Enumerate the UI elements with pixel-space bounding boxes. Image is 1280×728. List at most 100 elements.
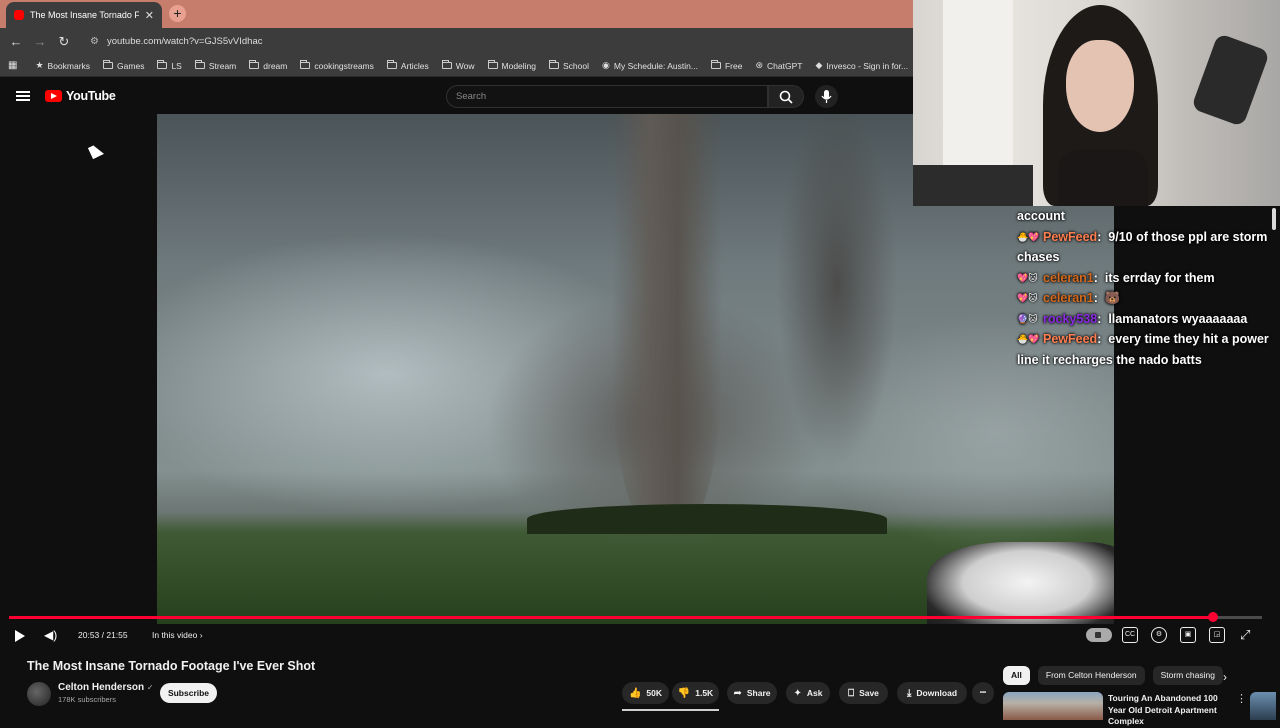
bookmark-folder[interactable]: LS xyxy=(157,60,182,71)
site-info-icon[interactable]: ⚙ xyxy=(90,36,99,47)
bookmark-folder[interactable]: Stream xyxy=(194,60,236,71)
back-arrow-icon[interactable]: ← xyxy=(4,34,28,49)
bookmark-folder[interactable]: Articles xyxy=(386,60,429,71)
bookmark-item[interactable]: ★ Bookmarks xyxy=(35,60,90,71)
chat-username: PewFeed xyxy=(1043,332,1098,346)
streamer-face xyxy=(1066,40,1134,132)
microphone-arm xyxy=(1190,33,1271,127)
verified-check-icon: ✓ xyxy=(146,683,154,692)
search-icon xyxy=(779,90,793,104)
play-button[interactable] xyxy=(15,630,25,642)
youtube-logo[interactable]: YouTube xyxy=(45,89,116,103)
folder-icon xyxy=(386,60,397,69)
like-ratio-bar xyxy=(622,709,719,711)
chat-emote-icon: 🐻 xyxy=(1104,291,1121,305)
bookmark-folder[interactable]: Games xyxy=(103,60,144,71)
subscribe-button[interactable]: Subscribe xyxy=(160,683,217,703)
folder-icon xyxy=(441,60,452,69)
volume-icon[interactable]: ◀) xyxy=(44,628,57,642)
chip-storm-chasing[interactable]: Storm chasing xyxy=(1152,666,1223,685)
recommendation-title[interactable]: Touring An Abandoned 100 Year Old Detroi… xyxy=(1108,693,1234,728)
thumbs-down-icon: 👎 xyxy=(677,687,691,699)
forward-arrow-icon[interactable]: → xyxy=(28,34,52,49)
chat-username: celeran1 xyxy=(1043,270,1094,285)
cast-icon[interactable]: ◲ xyxy=(1209,627,1225,643)
bookmark-folder[interactable]: Modeling xyxy=(487,60,536,71)
channel-avatar[interactable] xyxy=(27,682,51,706)
recommendation-more-icon[interactable]: ⋮ xyxy=(1236,692,1247,705)
autoplay-toggle[interactable] xyxy=(1086,628,1112,642)
channel-name[interactable]: Celton Henderson ✓ xyxy=(58,682,154,693)
reload-icon[interactable]: ↻ xyxy=(52,34,76,50)
streamer-body xyxy=(1058,150,1148,206)
chat-message: 💖🐱 celeran1: its errday for them xyxy=(1017,268,1273,289)
hamburger-menu-icon[interactable] xyxy=(16,91,30,101)
tab-title: The Most Insane Tornado Foota xyxy=(30,10,139,20)
url-text: youtube.com/watch?v=GJS5vVIdhac xyxy=(106,36,263,47)
url-field[interactable]: ⚙ youtube.com/watch?v=GJS5vVIdhac xyxy=(90,36,263,47)
bookmark-folder[interactable]: Wow xyxy=(441,60,475,71)
ask-button[interactable]: ✦ Ask xyxy=(786,682,830,704)
like-button[interactable]: 👍 50K xyxy=(622,682,669,704)
bookmark-folder[interactable]: cookingstreams xyxy=(300,60,374,71)
tab-close-icon[interactable]: ✕ xyxy=(145,9,154,22)
chat-message: 🔮🐱 rocky538: llamanators wyaaaaaaa xyxy=(1017,309,1273,330)
left-blank-area xyxy=(0,114,157,624)
youtube-favicon-icon xyxy=(14,10,24,20)
thumbs-up-icon: 👍 xyxy=(628,687,642,699)
progress-fill xyxy=(9,616,1214,619)
chip-from-channel[interactable]: From Celton Henderson xyxy=(1037,666,1145,685)
webcam-desk xyxy=(913,165,1033,206)
settings-gear-icon[interactable]: ⚙ xyxy=(1151,627,1167,643)
fullscreen-icon[interactable]: ⤢ xyxy=(1240,627,1250,643)
bookmark-item[interactable]: ⊛ ChatGPT xyxy=(755,60,802,71)
in-this-video-button[interactable]: In this video › xyxy=(152,630,203,640)
video-progress-bar[interactable] xyxy=(9,612,1262,622)
apps-grid-icon[interactable]: ▦ xyxy=(8,60,17,71)
bookmarks-bar: ▦ ★ Bookmarks Games LS Stream dream cooki… xyxy=(0,55,913,77)
chat-username: PewFeed xyxy=(1043,229,1098,244)
chat-badges-icon: 🐣💖 xyxy=(1017,334,1040,344)
more-actions-button[interactable]: ••• xyxy=(972,682,994,704)
share-button[interactable]: ➦ Share xyxy=(727,682,777,704)
new-tab-button[interactable]: + xyxy=(169,5,186,22)
search-input[interactable]: Search xyxy=(446,85,768,108)
save-button[interactable]: ⎕ Save xyxy=(839,682,888,704)
chat-text: its errday for them xyxy=(1104,270,1215,285)
search-button[interactable] xyxy=(768,85,804,108)
webcam-door xyxy=(943,0,1013,170)
folder-icon xyxy=(487,60,498,69)
bookmark-folder[interactable]: School xyxy=(549,60,589,71)
bookmark-folder[interactable]: dream xyxy=(249,60,287,71)
chat-scrollbar[interactable] xyxy=(1272,208,1276,230)
subtitles-icon[interactable]: CC xyxy=(1122,627,1138,643)
folder-icon xyxy=(194,60,205,69)
dislike-button[interactable]: 👎 1.5K xyxy=(672,682,719,704)
subscriber-count: 178K subscribers xyxy=(58,695,116,704)
microphone-icon xyxy=(821,90,832,103)
folder-icon xyxy=(300,60,311,69)
chip-all[interactable]: All xyxy=(1003,666,1030,685)
chatgpt-icon: ⊛ xyxy=(755,60,764,70)
chat-message: account xyxy=(1017,209,1065,223)
browser-tab[interactable]: The Most Insane Tornado Foota ✕ xyxy=(6,2,162,28)
bookmark-item[interactable]: ◆ Invesco - Sign in for... xyxy=(815,60,908,71)
overlay-avatar xyxy=(1250,692,1276,720)
sparkle-icon: ✦ xyxy=(793,687,802,699)
download-button[interactable]: ⤓ Download xyxy=(897,682,967,704)
folder-icon xyxy=(710,60,721,69)
progress-scrubber-handle[interactable] xyxy=(1208,612,1219,622)
recommendation-thumbnail[interactable] xyxy=(1003,692,1103,720)
youtube-logo-text: YouTube xyxy=(66,89,116,103)
chevron-right-icon[interactable]: › xyxy=(1223,670,1227,684)
download-icon: ⤓ xyxy=(906,687,912,699)
video-title: The Most Insane Tornado Footage I've Eve… xyxy=(27,659,316,673)
chat-badges-icon: 💖🐱 xyxy=(1017,293,1038,303)
webcam-overlay xyxy=(913,0,1280,206)
bookmark-icon: ⎕ xyxy=(848,687,855,699)
miniplayer-icon[interactable]: ▣ xyxy=(1180,627,1196,643)
voice-search-button[interactable] xyxy=(815,85,838,108)
car-side-mirror xyxy=(927,542,1114,624)
bookmark-item[interactable]: ◉ My Schedule: Austin... xyxy=(602,60,698,71)
bookmark-folder[interactable]: Free xyxy=(710,60,742,71)
